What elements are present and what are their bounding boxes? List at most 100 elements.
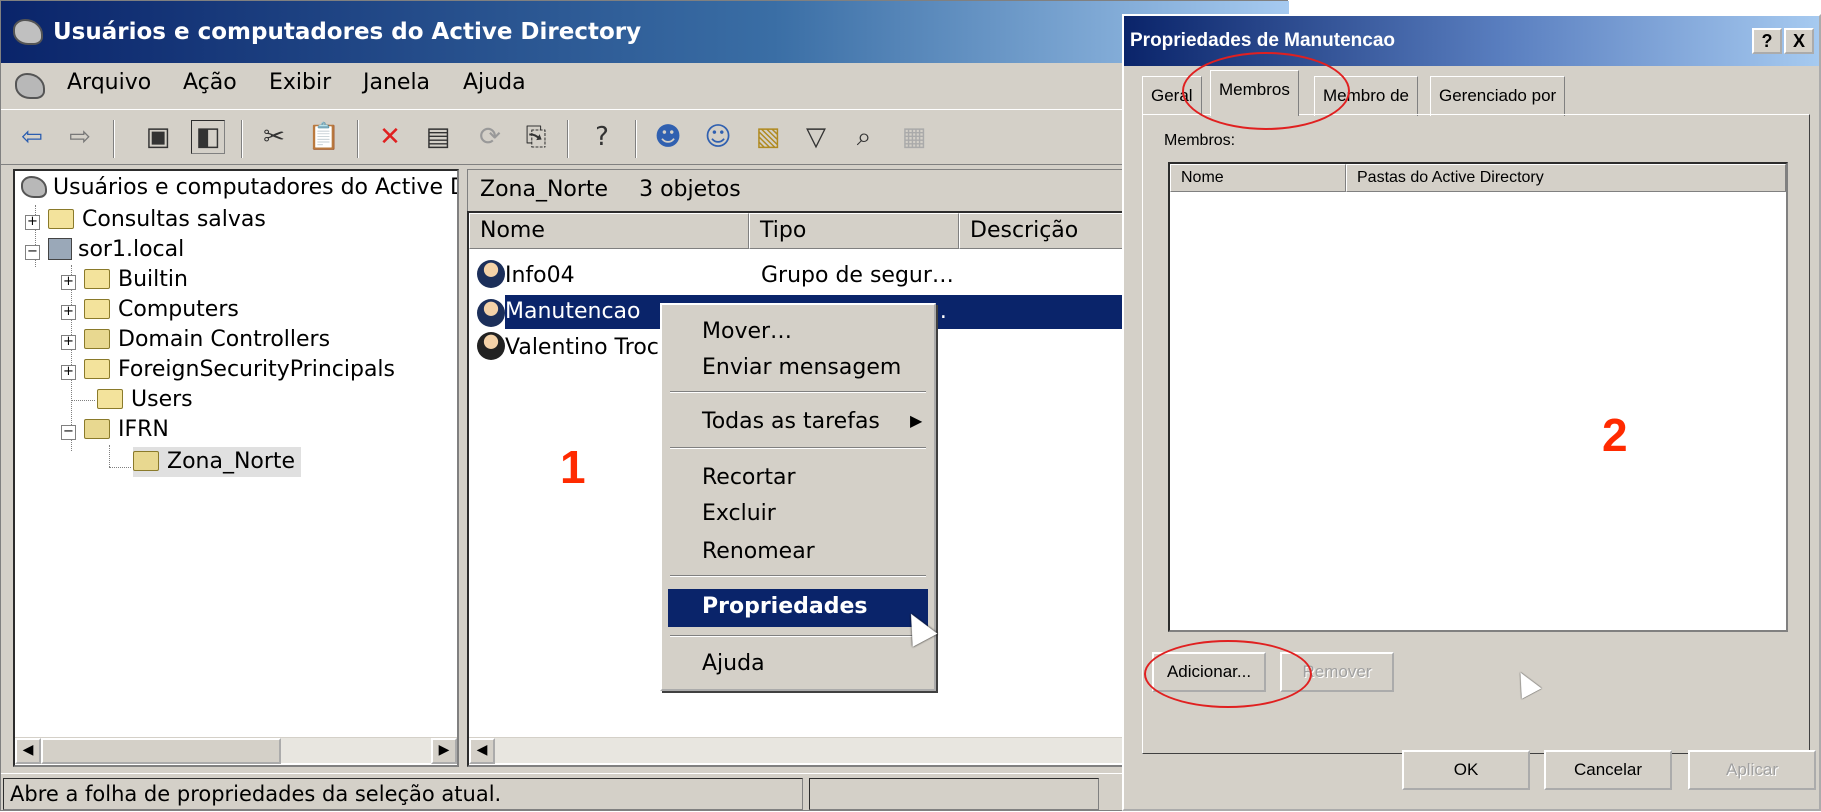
menu-item-propriedades[interactable]: Propriedades xyxy=(702,594,868,619)
item-name: Valentino Troc xyxy=(505,335,659,360)
tab-membros[interactable]: Membros xyxy=(1210,70,1299,116)
members-label: Membros: xyxy=(1164,132,1236,149)
ok-button[interactable]: OK xyxy=(1402,750,1530,790)
domain-icon xyxy=(48,238,72,260)
tree-item-consultas-salvas[interactable]: + Consultas salvas xyxy=(25,205,266,235)
close-button[interactable]: X xyxy=(1784,28,1814,54)
column-header-descricao[interactable]: Descrição xyxy=(959,213,1125,249)
item-type: Grupo de segur… xyxy=(761,263,954,288)
cut-icon[interactable]: ✂ xyxy=(257,120,291,154)
context-menu: Mover… Enviar mensagem Todas as tarefas … xyxy=(660,303,936,691)
filter-icon[interactable]: ▽ xyxy=(799,120,833,154)
add-to-group-icon[interactable]: ▦ xyxy=(897,120,931,154)
tree-item-domain-controllers[interactable]: + Domain Controllers xyxy=(61,325,330,355)
tree-item-label: sor1.local xyxy=(78,237,185,262)
folder-icon xyxy=(48,209,74,229)
show-tree-icon[interactable]: ◧ xyxy=(191,120,225,154)
scroll-left-icon[interactable]: ◀ xyxy=(469,738,495,764)
properties-icon[interactable]: ▤ xyxy=(421,120,455,154)
tree-item-computers[interactable]: + Computers xyxy=(61,295,239,325)
scroll-thumb[interactable] xyxy=(41,738,281,764)
status-text: Abre a folha de propriedades da seleção … xyxy=(3,778,803,810)
tree-root-label: Usuários e computadores do Active Di xyxy=(53,175,459,200)
window-title: Usuários e computadores do Active Direct… xyxy=(53,19,642,45)
find-icon[interactable]: ⌕ xyxy=(847,120,881,154)
tree-item-label: ForeignSecurityPrincipals xyxy=(118,357,395,382)
expand-icon[interactable]: + xyxy=(61,305,76,320)
ou-folder-icon xyxy=(84,419,110,439)
refresh-icon[interactable]: ⟳ xyxy=(473,120,507,154)
menu-item-recortar[interactable]: Recortar xyxy=(702,465,796,490)
group-icon xyxy=(477,260,505,288)
members-list[interactable]: Nome Pastas do Active Directory xyxy=(1168,162,1788,632)
app-icon xyxy=(13,19,43,45)
folder-icon xyxy=(97,389,123,409)
menu-item-propriedades-highlight[interactable]: Propriedades xyxy=(668,589,928,627)
menu-item-mover[interactable]: Mover… xyxy=(702,319,792,344)
tree-item-users[interactable]: Users xyxy=(97,385,193,415)
toolbar-separator xyxy=(113,120,115,158)
dialog-title: Propriedades de Manutencao xyxy=(1130,30,1396,51)
export-list-icon[interactable]: ⎘ xyxy=(519,120,553,154)
cancel-button[interactable]: Cancelar xyxy=(1544,750,1672,790)
menu-item-todas-as-tarefas[interactable]: Todas as tarefas xyxy=(702,409,880,434)
console-icon xyxy=(21,176,47,198)
menu-item-ajuda[interactable]: Ajuda xyxy=(702,651,765,676)
console-icon xyxy=(15,73,45,99)
menu-acao[interactable]: Ação xyxy=(183,70,237,95)
menu-bar: Arquivo Ação Exibir Janela Ajuda xyxy=(1,63,1289,109)
tree-root[interactable]: Usuários e computadores do Active Di xyxy=(21,173,459,203)
menu-ajuda[interactable]: Ajuda xyxy=(463,70,526,95)
toolbar-separator xyxy=(241,120,243,158)
help-icon[interactable]: ? xyxy=(585,120,619,154)
expand-icon[interactable]: + xyxy=(25,215,40,230)
expand-icon[interactable]: + xyxy=(61,335,76,350)
tree-item-label: Consultas salvas xyxy=(82,207,266,232)
tree-item-zona-norte[interactable]: Zona_Norte xyxy=(133,447,302,477)
tree-item-foreign-security-principals[interactable]: + ForeignSecurityPrincipals xyxy=(61,355,395,385)
menu-item-excluir[interactable]: Excluir xyxy=(702,501,776,526)
list-header: Zona_Norte 3 objetos xyxy=(467,169,1127,211)
menu-janela[interactable]: Janela xyxy=(363,70,430,95)
column-header-tipo[interactable]: Tipo xyxy=(749,213,959,249)
tree-line xyxy=(109,445,110,467)
tree-item-domain[interactable]: − sor1.local xyxy=(25,235,184,265)
scroll-right-icon[interactable]: ▶ xyxy=(431,738,457,764)
menu-item-renomear[interactable]: Renomear xyxy=(702,539,815,564)
menu-separator xyxy=(670,575,926,577)
menu-separator xyxy=(670,391,926,393)
tree-item-label: Domain Controllers xyxy=(118,327,331,352)
menu-exibir[interactable]: Exibir xyxy=(269,70,331,95)
back-arrow-icon[interactable]: ⇦ xyxy=(15,120,49,154)
forward-arrow-icon[interactable]: ⇨ xyxy=(63,120,97,154)
column-header-pastas[interactable]: Pastas do Active Directory xyxy=(1346,164,1786,192)
tree-item-ifrn[interactable]: − IFRN xyxy=(61,415,169,445)
collapse-icon[interactable]: − xyxy=(25,245,40,260)
collapse-icon[interactable]: − xyxy=(61,425,76,440)
paste-icon[interactable]: 📋 xyxy=(307,120,341,154)
status-panel xyxy=(809,778,1099,810)
toolbar-separator xyxy=(635,120,637,158)
expand-icon[interactable]: + xyxy=(61,275,76,290)
expand-icon[interactable]: + xyxy=(61,365,76,380)
list-horizontal-scrollbar[interactable]: ◀ xyxy=(469,737,1125,764)
menu-item-enviar-mensagem[interactable]: Enviar mensagem xyxy=(702,355,901,380)
delete-icon[interactable]: ✕ xyxy=(373,120,407,154)
new-user-icon[interactable]: ☻ xyxy=(651,120,685,154)
new-ou-icon[interactable]: ▧ xyxy=(751,120,785,154)
list-item[interactable]: Info04 Grupo de segur… xyxy=(469,259,1125,293)
tab-gerenciado-por[interactable]: Gerenciado por xyxy=(1430,76,1566,116)
scroll-left-icon[interactable]: ◀ xyxy=(15,738,41,764)
apply-button[interactable]: Aplicar xyxy=(1688,750,1816,790)
column-header-nome[interactable]: Nome xyxy=(469,213,749,249)
new-group-icon[interactable]: ☺ xyxy=(701,120,735,154)
menu-arquivo[interactable]: Arquivo xyxy=(67,70,151,95)
window-title-bar: Usuários e computadores do Active Direct… xyxy=(1,1,1289,63)
help-button[interactable]: ? xyxy=(1752,28,1782,54)
tree-horizontal-scrollbar[interactable]: ◀ ▶ xyxy=(15,737,457,764)
tree-item-label: Computers xyxy=(118,297,239,322)
annotation-step-2: 2 xyxy=(1602,409,1628,461)
up-folder-icon[interactable]: ▣ xyxy=(141,120,175,154)
tree-item-builtin[interactable]: + Builtin xyxy=(61,265,188,295)
column-header-nome[interactable]: Nome xyxy=(1170,164,1346,192)
